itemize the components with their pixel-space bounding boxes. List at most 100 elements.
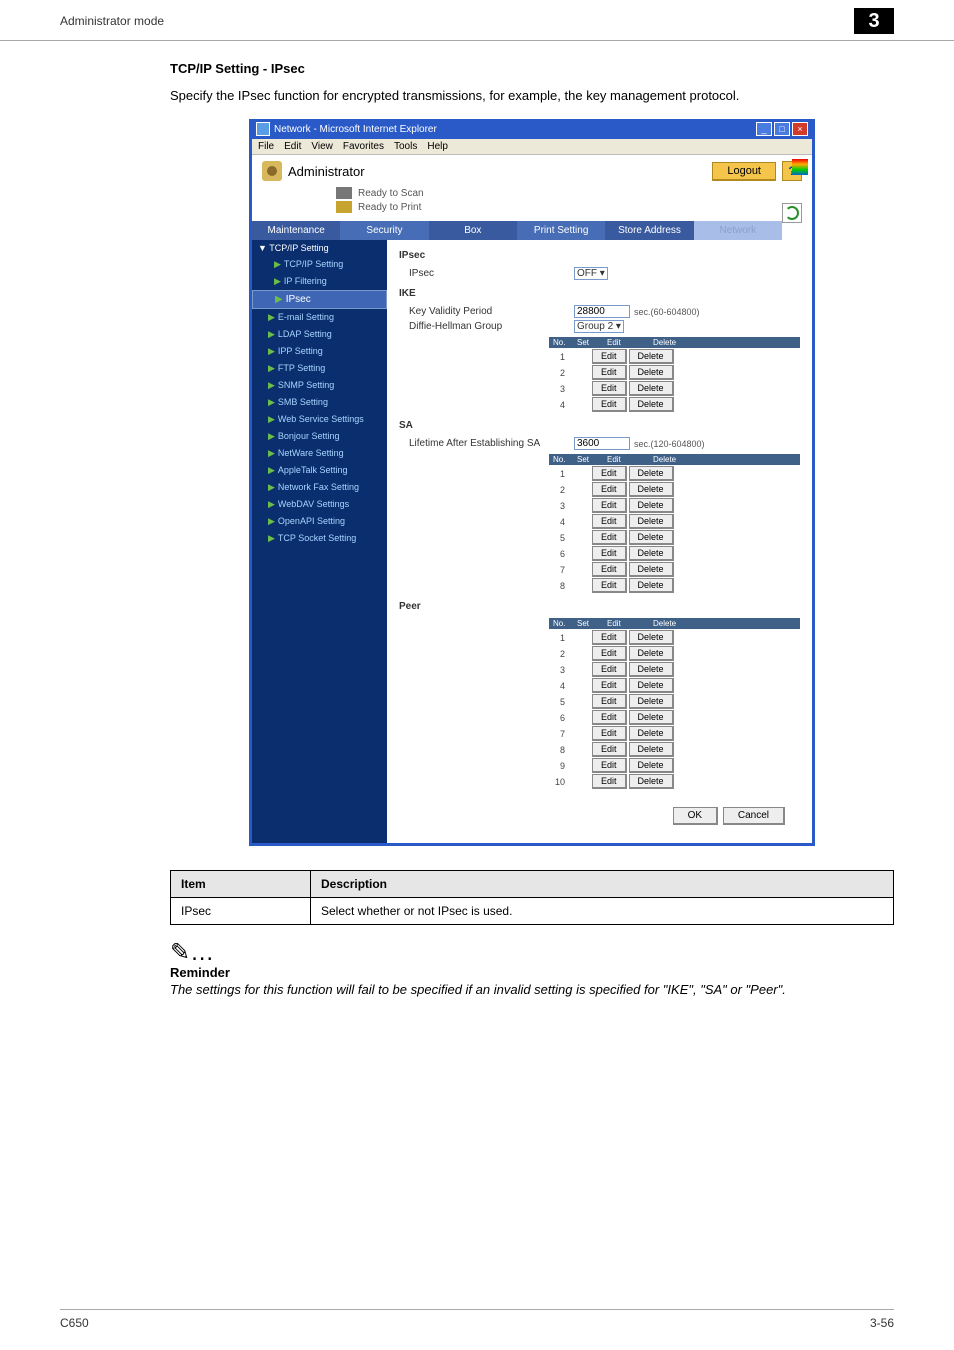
tab-security[interactable]: Security [340,221,428,240]
edit-button[interactable]: Edit [592,630,627,645]
menu-favorites[interactable]: Favorites [343,141,384,152]
delete-button[interactable]: Delete [629,365,674,380]
sidebar-item[interactable]: ▶Web Service Settings [252,411,387,428]
delete-button[interactable]: Delete [629,482,674,497]
edit-button[interactable]: Edit [592,397,627,412]
tab-print-setting[interactable]: Print Setting [517,221,605,240]
edit-button[interactable]: Edit [592,466,627,481]
sidebar-item[interactable]: ▶SNMP Setting [252,377,387,394]
sidebar-item[interactable]: ▶OpenAPI Setting [252,513,387,530]
sidebar-item[interactable]: ▶AppleTalk Setting [252,462,387,479]
sidebar-item[interactable]: ▶WebDAV Settings [252,496,387,513]
menu-file[interactable]: File [258,141,274,152]
table-row: 1EditDelete [549,630,800,645]
edit-button[interactable]: Edit [592,514,627,529]
sidebar-item[interactable]: ▶NetWare Setting [252,445,387,462]
edit-button[interactable]: Edit [592,774,627,789]
tab-box[interactable]: Box [429,221,517,240]
delete-button[interactable]: Delete [629,694,674,709]
tab-network[interactable]: Network [694,221,782,240]
delete-button[interactable]: Delete [629,498,674,513]
window-minimize-button[interactable]: _ [756,122,772,136]
printer-icon [336,201,352,213]
delete-button[interactable]: Delete [629,466,674,481]
sidebar-item[interactable]: ▶IPP Setting [252,343,387,360]
edit-button[interactable]: Edit [592,530,627,545]
sidebar-item[interactable]: ▶E-mail Setting [252,309,387,326]
sa-lifetime-hint: sec.(120-604800) [634,439,705,449]
edit-button[interactable]: Edit [592,758,627,773]
edit-button[interactable]: Edit [592,726,627,741]
table-row: 2EditDelete [549,365,800,380]
sidebar-item[interactable]: ▶FTP Setting [252,360,387,377]
reminder-label: Reminder [170,965,894,980]
sa-lifetime-input[interactable] [574,437,630,450]
edit-button[interactable]: Edit [592,662,627,677]
delete-button[interactable]: Delete [629,630,674,645]
edit-button[interactable]: Edit [592,678,627,693]
edit-button[interactable]: Edit [592,349,627,364]
cancel-button[interactable]: Cancel [723,807,785,825]
reminder-body: The settings for this function will fail… [170,982,894,997]
delete-button[interactable]: Delete [629,710,674,725]
sidebar-item[interactable]: ▶TCP Socket Setting [252,530,387,547]
delete-button[interactable]: Delete [629,530,674,545]
delete-button[interactable]: Delete [629,758,674,773]
tab-maintenance[interactable]: Maintenance [252,221,340,240]
delete-button[interactable]: Delete [629,662,674,677]
edit-button[interactable]: Edit [592,742,627,757]
edit-button[interactable]: Edit [592,498,627,513]
delete-button[interactable]: Delete [629,578,674,593]
refresh-button[interactable] [782,203,802,223]
table-row: 7EditDelete [549,562,800,577]
sidebar-group-header[interactable]: ▼ TCP/IP Setting [252,240,387,256]
delete-button[interactable]: Delete [629,562,674,577]
table-row: 2EditDelete [549,646,800,661]
admin-label: Administrator [288,164,365,179]
table-row: 9EditDelete [549,758,800,773]
edit-button[interactable]: Edit [592,482,627,497]
delete-button[interactable]: Delete [629,742,674,757]
edit-button[interactable]: Edit [592,381,627,396]
logout-button[interactable]: Logout [712,162,776,181]
tab-store-address[interactable]: Store Address [605,221,693,240]
delete-button[interactable]: Delete [629,514,674,529]
edit-button[interactable]: Edit [592,694,627,709]
edit-button[interactable]: Edit [592,710,627,725]
menu-tools[interactable]: Tools [394,141,417,152]
sidebar-item[interactable]: ▶IPsec [252,290,387,309]
edit-button[interactable]: Edit [592,578,627,593]
sidebar-item[interactable]: ▶SMB Setting [252,394,387,411]
edit-button[interactable]: Edit [592,646,627,661]
delete-button[interactable]: Delete [629,397,674,412]
edit-button[interactable]: Edit [592,546,627,561]
delete-button[interactable]: Delete [629,726,674,741]
table-row: 1EditDelete [549,466,800,481]
delete-button[interactable]: Delete [629,546,674,561]
sidebar-item[interactable]: ▶TCP/IP Setting [252,256,387,273]
menu-edit[interactable]: Edit [284,141,301,152]
delete-button[interactable]: Delete [629,381,674,396]
description-table: Item Description IPsec Select whether or… [170,870,894,925]
sidebar-item[interactable]: ▶LDAP Setting [252,326,387,343]
edit-button[interactable]: Edit [592,562,627,577]
sidebar-item[interactable]: ▶Network Fax Setting [252,479,387,496]
menu-view[interactable]: View [311,141,333,152]
delete-button[interactable]: Delete [629,349,674,364]
sidebar-item[interactable]: ▶Bonjour Setting [252,428,387,445]
window-close-button[interactable]: × [792,122,808,136]
key-validity-input[interactable] [574,305,630,318]
delete-button[interactable]: Delete [629,646,674,661]
delete-button[interactable]: Delete [629,678,674,693]
ok-button[interactable]: OK [673,807,718,825]
delete-button[interactable]: Delete [629,774,674,789]
ipsec-select[interactable]: OFF ▾ [574,267,608,280]
edit-button[interactable]: Edit [592,365,627,380]
sidebar: ▼ TCP/IP Setting ▶TCP/IP Setting▶IP Filt… [252,240,387,843]
table-row: IPsec Select whether or not IPsec is use… [171,898,894,925]
menu-help[interactable]: Help [427,141,448,152]
dh-group-select[interactable]: Group 2 ▾ [574,320,624,333]
sidebar-item[interactable]: ▶IP Filtering [252,273,387,290]
dh-group-label: Diffie-Hellman Group [399,321,574,332]
window-maximize-button[interactable]: □ [774,122,790,136]
